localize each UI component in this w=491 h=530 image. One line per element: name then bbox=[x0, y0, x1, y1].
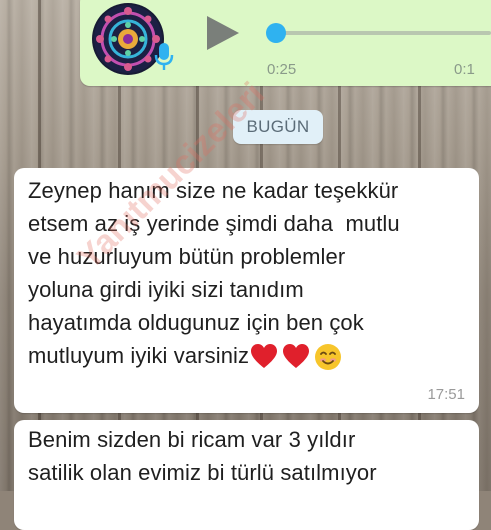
audio-seek-handle[interactable] bbox=[266, 23, 286, 43]
elapsed-time: 0:25 bbox=[267, 61, 297, 78]
incoming-message[interactable]: Zeynep hanım size ne kadar teşekkür etse… bbox=[14, 168, 479, 413]
message-text: Benim sizden bi ricam var 3 yıldır satil… bbox=[28, 423, 471, 489]
red-heart-icon bbox=[283, 344, 310, 369]
message-line: hayatımda oldugunuz için ben çok bbox=[28, 310, 364, 335]
smiling-face-icon bbox=[315, 344, 342, 371]
message-text: Zeynep hanım size ne kadar teşekkür etse… bbox=[28, 174, 471, 372]
audio-progress-track[interactable] bbox=[276, 31, 491, 35]
red-heart-icon bbox=[251, 344, 278, 369]
voice-duration: 0:1 bbox=[454, 61, 475, 78]
message-line: ve huzurluyum bütün problemler bbox=[28, 244, 346, 269]
emoji-group bbox=[250, 343, 342, 371]
message-line: satilik olan evimiz bi türlü satılmıyor bbox=[28, 460, 377, 485]
message-timestamp: 17:51 bbox=[427, 386, 465, 403]
incoming-message[interactable]: Benim sizden bi ricam var 3 yıldır satil… bbox=[14, 420, 479, 530]
message-line: mutluyum iyiki varsiniz bbox=[28, 343, 250, 368]
message-line: Benim sizden bi ricam var 3 yıldır bbox=[28, 427, 356, 452]
message-line: etsem az iş yerinde şimdi daha mutlu bbox=[28, 211, 400, 236]
message-line: yoluna girdi iyiki sizi tanıdım bbox=[28, 277, 304, 302]
date-separator: BUGÜN bbox=[233, 110, 323, 144]
mic-icon bbox=[153, 42, 175, 72]
message-line: Zeynep hanım size ne kadar teşekkür bbox=[28, 178, 399, 203]
play-icon[interactable] bbox=[203, 14, 241, 52]
